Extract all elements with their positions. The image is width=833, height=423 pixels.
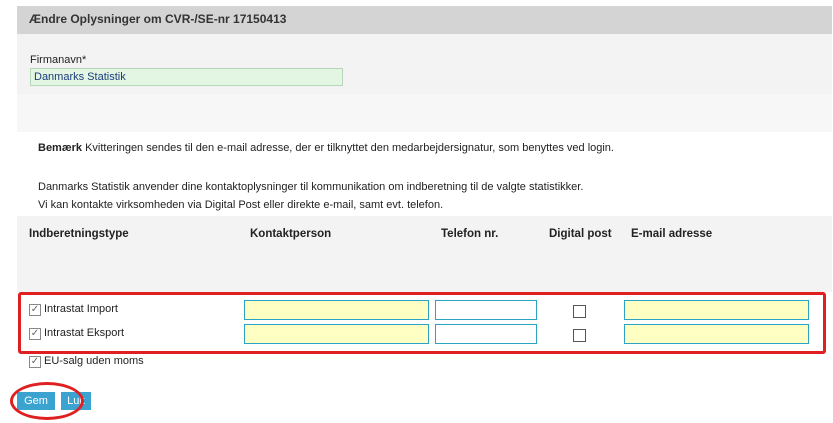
save-highlight-circle — [10, 382, 84, 420]
eu-sales-checkbox[interactable]: ✓ — [29, 356, 41, 368]
col-header-type: Indberetningstype — [29, 228, 129, 240]
form-title: Ændre Oplysninger om CVR-/SE-nr 17150413 — [29, 12, 287, 26]
receipt-note-text: Kvitteringen sendes til den e-mail adres… — [82, 142, 614, 154]
eu-sales-label: EU-salg uden moms — [44, 355, 144, 367]
usage-note-line2: Vi kan kontakte virksomheden via Digital… — [38, 199, 444, 211]
company-name-field[interactable]: Danmarks Statistik — [30, 68, 343, 86]
spacer-band — [17, 94, 832, 132]
col-header-phone: Telefon nr. — [441, 228, 499, 240]
col-header-email: E-mail adresse — [631, 228, 713, 240]
company-name-label: Firmanavn* — [30, 54, 87, 66]
usage-note-line1: Danmarks Statistik anvender dine kontakt… — [38, 181, 584, 193]
note-bold-label: Bemærk — [38, 142, 83, 154]
rows-highlight-box — [18, 292, 826, 354]
receipt-note: Bemærk Kvitteringen sendes til den e-mai… — [38, 142, 614, 154]
col-header-digital-post: Digital post — [549, 228, 612, 240]
col-header-contact: Kontaktperson — [250, 228, 332, 240]
